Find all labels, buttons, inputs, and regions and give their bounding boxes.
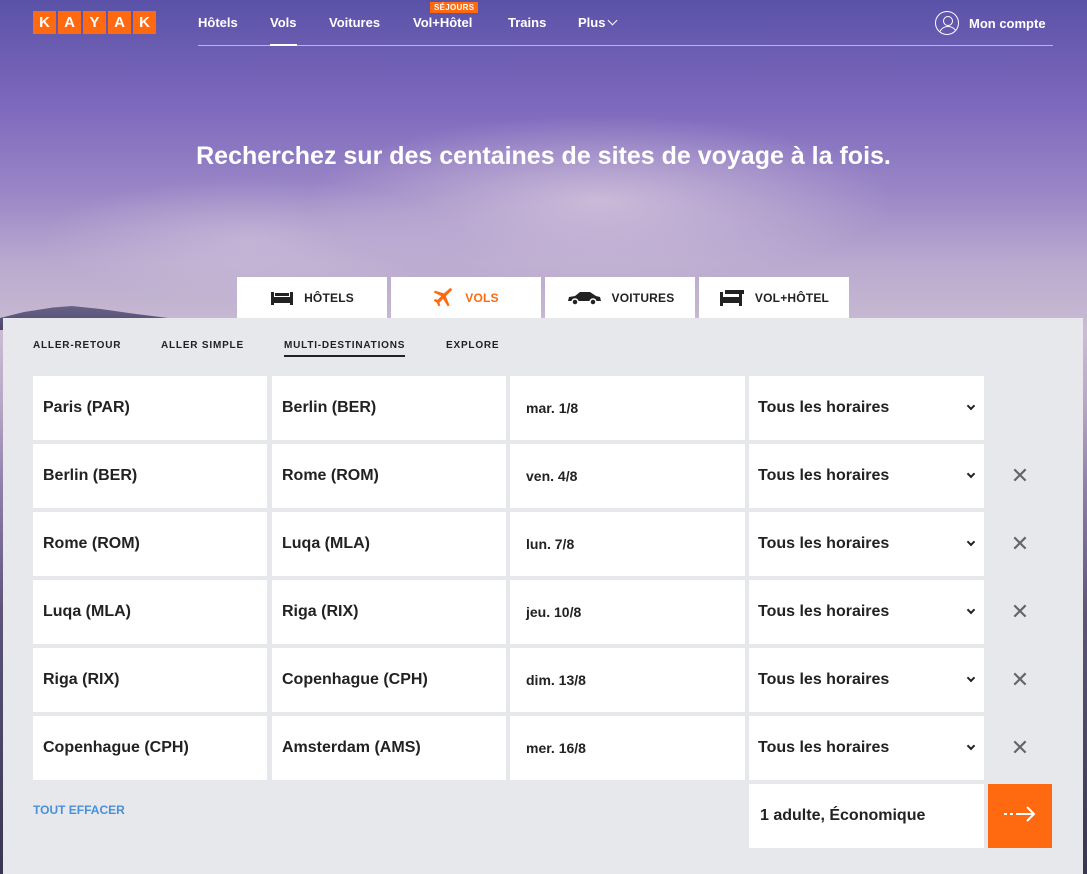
tab-label: VOITURES [611,290,675,305]
time-label: Tous les horaires [758,603,890,620]
package-icon [719,289,745,307]
time-select[interactable]: Tous les horaires [749,444,984,508]
origin-field[interactable]: Copenhague (CPH) [33,716,267,780]
logo-letter: K [33,11,56,34]
destination-field[interactable]: Berlin (BER) [272,376,506,440]
arrow-right-icon [1003,805,1037,828]
kayak-logo[interactable]: K A Y A K [33,11,156,34]
car-icon [566,290,602,306]
time-select[interactable]: Tous les horaires [749,716,984,780]
time-select[interactable]: Tous les horaires [749,376,984,440]
sejours-badge: SÉJOURS [430,2,479,13]
time-select[interactable]: Tous les horaires [749,512,984,576]
time-label: Tous les horaires [758,535,890,552]
chevron-down-icon [966,469,976,479]
destination-field[interactable]: Copenhague (CPH) [272,648,506,712]
trip-type-round-trip[interactable]: ALLER-RETOUR [33,340,121,351]
destination-field[interactable]: Riga (RIX) [272,580,506,644]
destination-field[interactable]: Luqa (MLA) [272,512,506,576]
close-icon[interactable]: ✕ [1008,531,1032,556]
date-field[interactable]: jeu. 10/8 [510,580,745,644]
tab-label: VOLS [465,290,499,305]
page-headline: Recherchez sur des centaines de sites de… [196,142,891,170]
trip-type-multi-city[interactable]: MULTI-DESTINATIONS [284,340,406,357]
user-icon [935,11,959,35]
logo-letter: A [58,11,81,34]
nav-cars[interactable]: Voitures [329,15,380,30]
origin-field[interactable]: Rome (ROM) [33,512,267,576]
nav-more-label: Plus [578,15,606,30]
close-icon[interactable]: ✕ [1008,463,1032,488]
close-icon[interactable]: ✕ [1008,735,1032,760]
account-menu[interactable]: Mon compte [935,11,1046,35]
tab-flight-hotel[interactable]: VOL+HÔTEL [699,277,849,318]
time-label: Tous les horaires [758,467,890,484]
account-label: Mon compte [969,15,1046,31]
nav-flights[interactable]: Vols [270,15,297,46]
time-label: Tous les horaires [758,739,890,756]
origin-field[interactable]: Luqa (MLA) [33,580,267,644]
trip-type-one-way[interactable]: ALLER SIMPLE [161,340,244,351]
nav-flight-hotel[interactable]: Vol+Hôtel [413,15,472,30]
nav-trains[interactable]: Trains [508,15,546,30]
chevron-down-icon [966,537,976,547]
trip-type-explore[interactable]: EXPLORE [446,340,499,351]
tab-cars[interactable]: VOITURES [545,277,695,318]
date-field[interactable]: ven. 4/8 [510,444,745,508]
time-select[interactable]: Tous les horaires [749,648,984,712]
time-label: Tous les horaires [758,399,890,416]
tab-label: HÔTELS [304,290,354,305]
chevron-down-icon [608,15,618,26]
chevron-down-icon [966,401,976,411]
date-field[interactable]: mar. 1/8 [510,376,745,440]
origin-field[interactable]: Paris (PAR) [33,376,267,440]
chevron-down-icon [966,741,976,751]
bed-icon [270,290,294,306]
tab-flights[interactable]: VOLS [391,277,541,318]
date-field[interactable]: lun. 7/8 [510,512,745,576]
close-icon[interactable]: ✕ [1008,667,1032,692]
date-field[interactable]: dim. 13/8 [510,648,745,712]
nav-more[interactable]: Plus [578,15,618,30]
destination-field[interactable]: Amsterdam (AMS) [272,716,506,780]
travelers-cabin-field[interactable]: 1 adulte, Économique [749,784,984,848]
date-field[interactable]: mer. 16/8 [510,716,745,780]
tab-label: VOL+HÔTEL [754,290,830,305]
origin-field[interactable]: Berlin (BER) [33,444,267,508]
time-select[interactable]: Tous les horaires [749,580,984,644]
chevron-down-icon [966,605,976,615]
clear-all-link[interactable]: TOUT EFFACER [33,803,125,817]
tab-hotels[interactable]: HÔTELS [237,277,387,318]
time-label: Tous les horaires [758,671,890,688]
destination-field[interactable]: Rome (ROM) [272,444,506,508]
close-icon[interactable]: ✕ [1008,599,1032,624]
top-navigation: K A Y A K Hôtels Vols Voitures SÉJOURS V… [0,0,1087,46]
search-button[interactable] [988,784,1052,848]
nav-divider [198,45,1053,46]
logo-letter: Y [83,11,106,34]
origin-field[interactable]: Riga (RIX) [33,648,267,712]
logo-letter: K [133,11,156,34]
logo-letter: A [108,11,131,34]
plane-icon [433,287,455,309]
nav-hotels[interactable]: Hôtels [198,15,238,30]
chevron-down-icon [966,673,976,683]
